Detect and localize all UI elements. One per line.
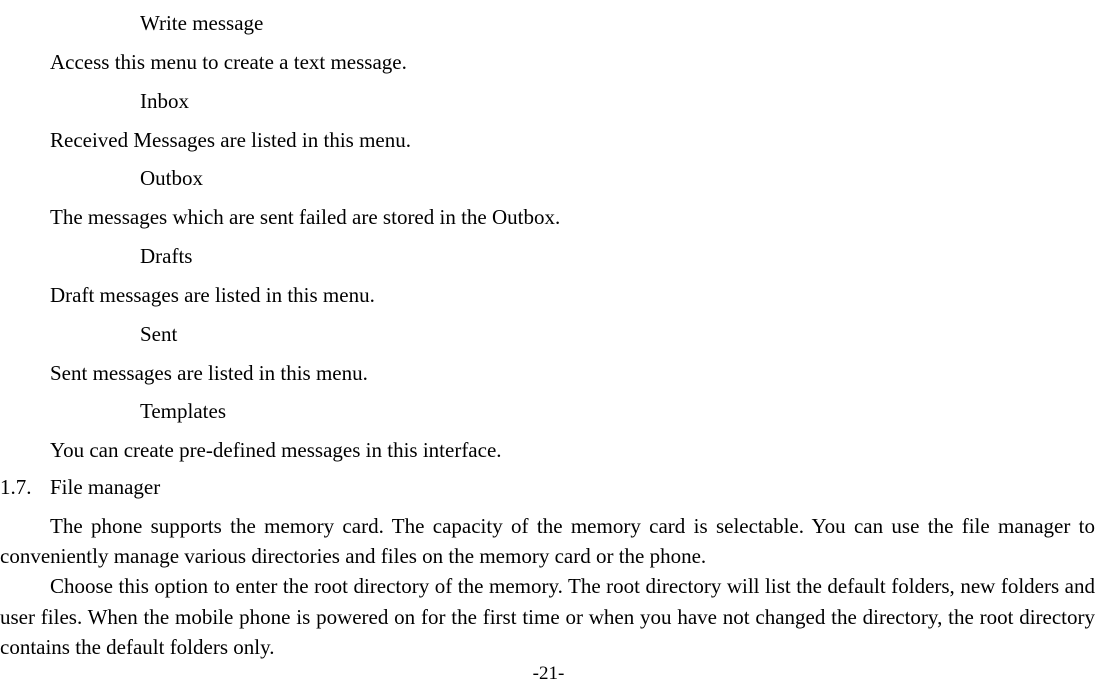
- item-description: Draft messages are listed in this menu.: [0, 276, 1097, 315]
- page-number: -21-: [0, 663, 1097, 685]
- section-title: File manager: [50, 472, 1097, 502]
- section-heading-row: 1.7. File manager: [0, 470, 1097, 502]
- body-paragraph: Choose this option to enter the root dir…: [0, 571, 1097, 662]
- item-description: Sent messages are listed in this menu.: [0, 354, 1097, 393]
- item-description: Access this menu to create a text messag…: [0, 43, 1097, 82]
- item-heading: Templates: [0, 392, 1097, 431]
- body-paragraph: The phone supports the memory card. The …: [0, 503, 1097, 572]
- section-number: 1.7.: [0, 472, 50, 502]
- item-heading: Outbox: [0, 159, 1097, 198]
- item-heading: Write message: [0, 4, 1097, 43]
- item-heading: Inbox: [0, 82, 1097, 121]
- item-heading: Sent: [0, 315, 1097, 354]
- item-heading: Drafts: [0, 237, 1097, 276]
- item-description: Received Messages are listed in this men…: [0, 121, 1097, 160]
- document-page: Write message Access this menu to create…: [0, 0, 1097, 663]
- item-description: You can create pre-defined messages in t…: [0, 431, 1097, 470]
- item-description: The messages which are sent failed are s…: [0, 198, 1097, 237]
